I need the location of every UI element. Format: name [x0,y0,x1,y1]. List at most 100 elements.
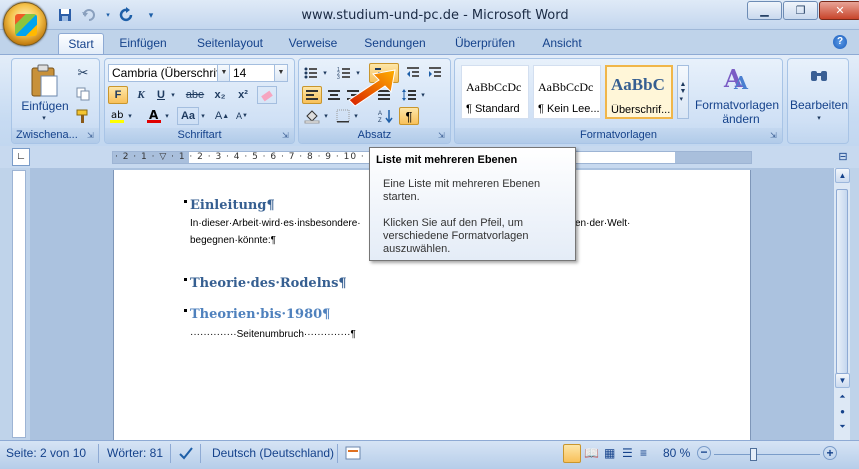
decrease-indent-icon[interactable] [404,64,422,82]
shading-dropdown-icon[interactable]: ▾ [322,107,330,125]
web-layout-icon[interactable]: ▦ [604,446,615,460]
tab-ueberpruefen[interactable]: Überprüfen [447,33,523,54]
save-icon[interactable] [56,6,74,24]
editing-button[interactable]: Bearbeiten [788,98,850,112]
change-styles-icon[interactable]: AA [717,63,757,95]
bullets-dropdown-icon[interactable]: ▾ [321,64,329,82]
style-kein-leerraum[interactable]: AaBbCcDc ¶ Kein Lee... [533,65,601,119]
zoom-slider-thumb[interactable] [750,448,757,461]
style-standard[interactable]: AaBbCcDc ¶ Standard [461,65,529,119]
paste-icon[interactable] [24,63,64,99]
language-indicator[interactable]: Deutsch (Deutschland) [212,446,334,460]
cut-icon[interactable]: ✂ [74,64,92,82]
subscript-button[interactable]: x₂ [210,86,230,104]
full-screen-reading-icon[interactable]: 📖 [584,446,599,460]
shading-icon[interactable] [302,107,322,125]
word-count[interactable]: Wörter: 81 [107,446,163,460]
change-styles-label-line2[interactable]: ändern [711,112,771,126]
tab-start[interactable]: Start [58,33,104,54]
underline-button[interactable]: U [153,86,169,104]
heading-theorien-bis-1980[interactable]: Theorien·bis·1980¶ [190,307,330,322]
grow-font-icon[interactable]: A ▲ [213,107,231,125]
font-dialog-launcher-icon[interactable]: ⇲ [282,131,292,141]
restore-icon[interactable]: ❐ [783,1,818,20]
bold-button[interactable]: F [108,86,128,104]
vertical-ruler[interactable] [12,170,26,438]
print-layout-view-icon[interactable] [563,444,581,463]
tab-einfuegen[interactable]: Einfügen [112,33,174,54]
next-page-icon[interactable]: ⏷ [835,420,850,435]
font-color-icon[interactable]: A [145,107,163,125]
binoculars-icon[interactable] [806,63,832,91]
highlight-dropdown-icon[interactable]: ▾ [126,107,134,125]
office-button[interactable] [3,2,47,46]
styles-dialog-launcher-icon[interactable]: ⇲ [770,131,780,141]
increase-indent-icon[interactable] [426,64,444,82]
body-text-line1-end[interactable]: en·der·Welt· [575,218,630,229]
copy-icon[interactable] [74,85,92,103]
macro-record-icon[interactable] [345,446,361,463]
style-ueberschrift[interactable]: AaBbC Überschrif... [605,65,673,119]
body-text-line2[interactable]: begegnen·könnte:¶ [190,235,276,246]
tab-sendungen[interactable]: Sendungen [357,33,433,54]
minimize-icon[interactable]: ▁ [747,1,782,20]
clear-format-icon[interactable] [257,86,277,104]
page-count[interactable]: Seite: 2 von 10 [6,446,86,460]
tab-seitenlayout[interactable]: Seitenlayout [189,33,271,54]
font-name-field[interactable]: Cambria (Überschrif [108,64,218,82]
bullets-icon[interactable] [302,64,320,82]
redo-icon[interactable] [118,6,136,24]
tab-verweise[interactable]: Verweise [284,33,342,54]
change-styles-label-line1[interactable]: Formatvorlagen [691,98,783,112]
zoom-out-icon[interactable]: − [697,446,711,460]
multilevel-list-tooltip: Liste mit mehreren Ebenen Eine Liste mit… [369,147,576,261]
paste-dropdown-icon[interactable]: ▾ [39,113,49,123]
line-spacing-icon[interactable] [399,86,419,104]
scrollbar-thumb[interactable] [836,189,848,374]
previous-page-icon[interactable]: ⏶ [835,390,850,405]
clipboard-dialog-launcher-icon[interactable]: ⇲ [87,131,97,141]
align-center-icon[interactable] [324,86,344,104]
editing-dropdown-icon[interactable]: ▾ [814,113,824,123]
heading-einleitung[interactable]: Einleitung¶ [190,198,275,213]
paste-button[interactable]: Einfügen [20,99,70,113]
superscript-button[interactable]: x² [233,86,253,104]
browse-object-icon[interactable]: ● [835,405,850,420]
format-painter-icon[interactable] [74,107,92,125]
font-color-dropdown-icon[interactable]: ▾ [163,107,171,125]
change-case-button[interactable]: Aa [177,107,199,125]
ribbon-tab-bar: Start Einfügen Seitenlayout Verweise Sen… [0,30,859,54]
help-icon[interactable]: ? [833,35,847,49]
undo-dropdown-icon[interactable]: ▾ [104,6,112,24]
close-icon[interactable]: ✕ [819,1,859,20]
zoom-slider[interactable] [714,454,820,455]
customize-icon[interactable]: ▾ [142,6,160,24]
spell-check-icon[interactable] [178,446,196,463]
change-case-dropdown-icon[interactable]: ▾ [199,107,207,125]
italic-button[interactable]: K [131,86,151,104]
undo-icon[interactable] [80,6,98,24]
underline-dropdown-icon[interactable]: ▾ [169,86,177,104]
tab-ansicht[interactable]: Ansicht [536,33,588,54]
show-formatting-marks-button[interactable]: ¶ [399,107,419,125]
align-left-icon[interactable] [302,86,322,104]
tab-selector-icon[interactable]: ∟ [12,148,30,166]
scroll-up-icon[interactable]: ▲ [835,168,850,183]
highlight-icon[interactable]: ab [108,107,126,125]
heading-theorie-des-rodelns[interactable]: Theorie·des·Rodelns¶ [190,276,347,291]
body-text-line1[interactable]: In·dieser·Arbeit·wird·es·insbesondere· [190,218,361,229]
line-spacing-dropdown-icon[interactable]: ▾ [419,86,427,104]
outline-view-icon[interactable]: ☰ [622,446,633,460]
draft-view-icon[interactable]: ≡ [640,446,647,460]
styles-scroll-icon[interactable]: ▲ ▼ ▾ [677,65,689,119]
view-ruler-icon[interactable]: ⊟ [836,150,850,164]
strikethrough-button[interactable]: abe [183,86,207,104]
font-size-field[interactable]: 14 [229,64,275,82]
font-size-dropdown-icon[interactable]: ▼ [275,64,288,82]
shrink-font-icon[interactable]: A ▼ [233,107,251,125]
zoom-in-icon[interactable]: + [823,446,837,460]
paragraph-dialog-launcher-icon[interactable]: ⇲ [438,131,448,141]
status-separator [337,444,338,463]
scroll-down-icon[interactable]: ▼ [835,373,850,388]
zoom-level[interactable]: 80 % [663,446,690,460]
